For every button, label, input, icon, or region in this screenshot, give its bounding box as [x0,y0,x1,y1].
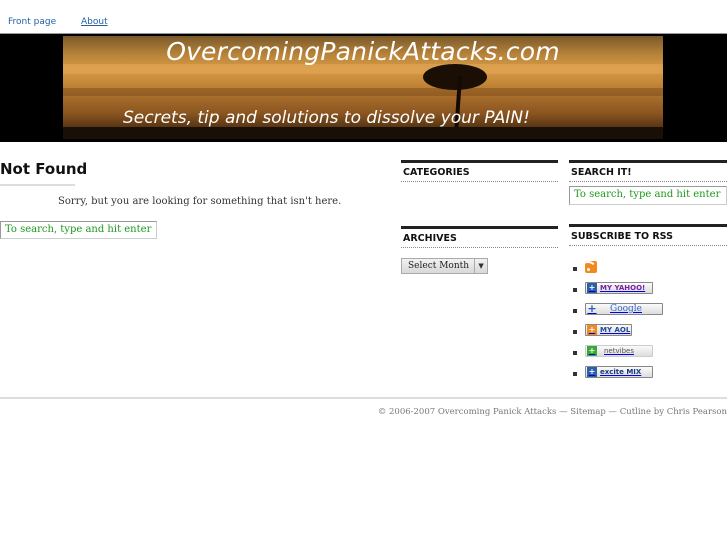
badge-label: netvibes [604,347,634,355]
site-title: OvercomingPanickAttacks.com [166,37,560,66]
list-item [573,252,727,273]
site-footer: © 2006-2007 Overcoming Panick Attacks — … [0,397,727,417]
header-banner-image[interactable]: OvercomingPanickAttacks.com Secrets, tip… [63,36,663,139]
plus-icon: + [587,302,597,315]
nav-front-page[interactable]: Front page [8,17,56,27]
rss-widget: SUBSCRIBE TO RSS + MY YAHOO! + Google + … [569,224,727,378]
bullet [573,267,577,271]
search-heading: SEARCH IT! [569,163,727,182]
page-title: Not Found [0,160,87,186]
footer-text: © 2006-2007 Overcoming Panick Attacks — … [377,407,727,417]
sidebar-middle: CATEGORIES ARCHIVES Select Month ▼ [401,160,558,292]
main-content: Not Found Sorry, but you are looking for… [0,160,390,239]
plus-icon: + [587,325,597,335]
google-button[interactable]: + Google [585,303,663,315]
site-tagline: Secrets, tip and solutions to dissolve y… [123,108,530,128]
sidebar-search-input[interactable]: To search, type and hit enter [569,186,727,205]
plus-icon: + [587,367,597,377]
bullet [573,330,577,334]
nav-about[interactable]: About [81,17,108,27]
list-item: + excite MIX [573,357,727,378]
badge-label: MY AOL [600,326,631,334]
site-header: OvercomingPanickAttacks.com Secrets, tip… [0,33,727,142]
archives-heading: ARCHIVES [401,229,558,248]
excite-mix-button[interactable]: + excite MIX [585,366,653,378]
bullet [573,372,577,376]
chevron-down-icon: ▼ [474,259,487,273]
list-item: + MY AOL [573,315,727,336]
search-body: To search, type and hit enter [569,182,727,210]
netvibes-button[interactable]: + netvibes [585,345,653,357]
main-search-input[interactable]: To search, type and hit enter [0,221,157,239]
badge-label: MY YAHOO! [600,284,646,292]
bullet [573,309,577,313]
list-item: + MY YAHOO! [573,273,727,294]
search-widget: SEARCH IT! To search, type and hit enter [569,160,727,210]
top-navigation: Front page About [8,17,130,27]
archives-body: Select Month ▼ [401,248,558,276]
list-item: + Google [573,294,727,315]
banner-cloud [63,88,663,96]
plus-icon: + [587,283,597,293]
categories-widget: CATEGORIES [401,160,558,210]
badge-label: excite MIX [600,368,642,376]
sidebar-right: SEARCH IT! To search, type and hit enter… [569,160,727,394]
rss-heading: SUBSCRIBE TO RSS [569,227,727,246]
banner-ground [63,127,663,139]
badge-label: Google [610,304,642,314]
plus-icon: + [587,346,597,356]
categories-heading: CATEGORIES [401,163,558,182]
my-yahoo-button[interactable]: + MY YAHOO! [585,282,653,294]
archives-month-select[interactable]: Select Month ▼ [401,258,489,274]
my-aol-button[interactable]: + MY AOL [585,324,632,336]
bullet [573,351,577,355]
rss-feed-icon[interactable] [585,261,597,273]
list-item: + netvibes [573,336,727,357]
archives-widget: ARCHIVES Select Month ▼ [401,226,558,276]
select-label: Select Month [408,261,470,271]
tree-silhouette-icon [423,64,487,90]
not-found-message: Sorry, but you are looking for something… [58,196,342,207]
bullet [573,288,577,292]
rss-list: + MY YAHOO! + Google + MY AOL + netvibes… [569,246,727,378]
categories-list [401,182,558,210]
